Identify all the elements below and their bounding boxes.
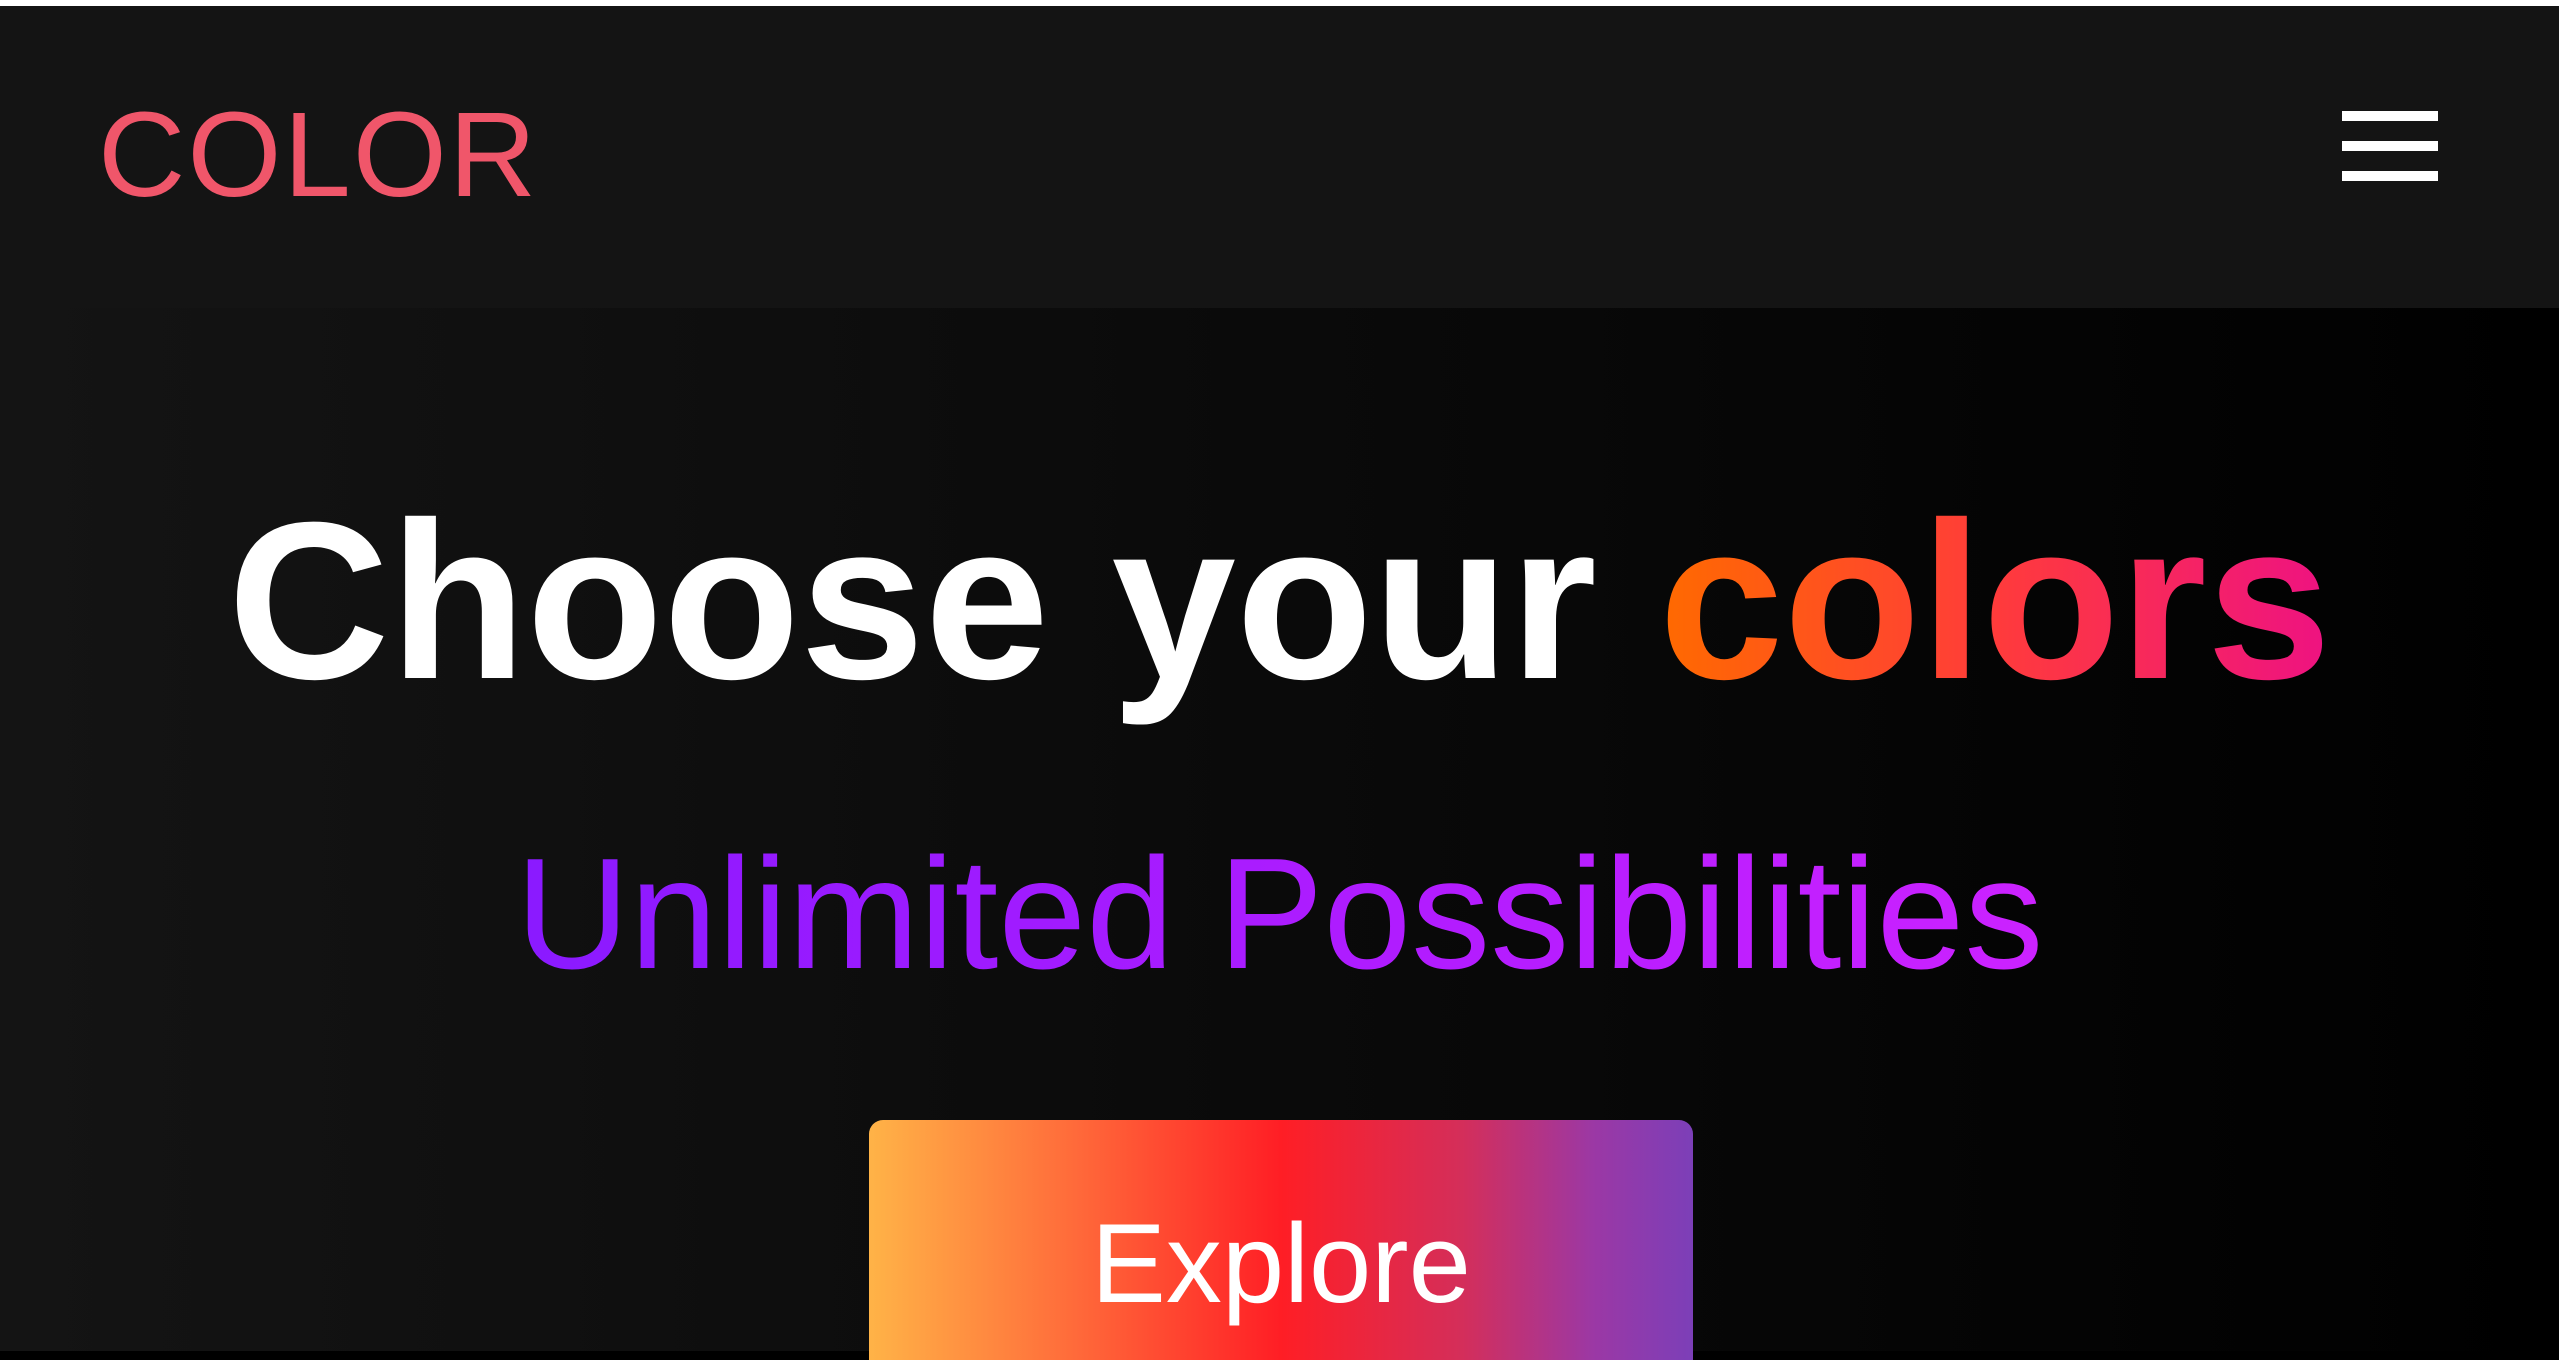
headline-accent-word: colors — [1659, 476, 2332, 726]
hero-headline: Choose your colors — [0, 473, 2559, 731]
hamburger-menu-icon — [2342, 141, 2438, 151]
hero-subtitle: Unlimited Possibilities — [0, 824, 2559, 1006]
explore-button-label: Explore — [1091, 1201, 1471, 1326]
hamburger-menu-icon — [2342, 171, 2438, 181]
headline-prefix: Choose your — [227, 476, 1597, 726]
navbar: COLOR — [0, 6, 2559, 308]
explore-button[interactable]: Explore — [869, 1120, 1693, 1360]
hero-subtitle-text: Unlimited Possibilities — [515, 826, 2044, 1002]
hamburger-menu-button[interactable] — [2339, 106, 2441, 190]
hamburger-menu-icon — [2342, 111, 2438, 121]
logo[interactable]: COLOR — [98, 94, 538, 215]
hero-section: Choose your colors Unlimited Possibiliti… — [0, 308, 2559, 1360]
